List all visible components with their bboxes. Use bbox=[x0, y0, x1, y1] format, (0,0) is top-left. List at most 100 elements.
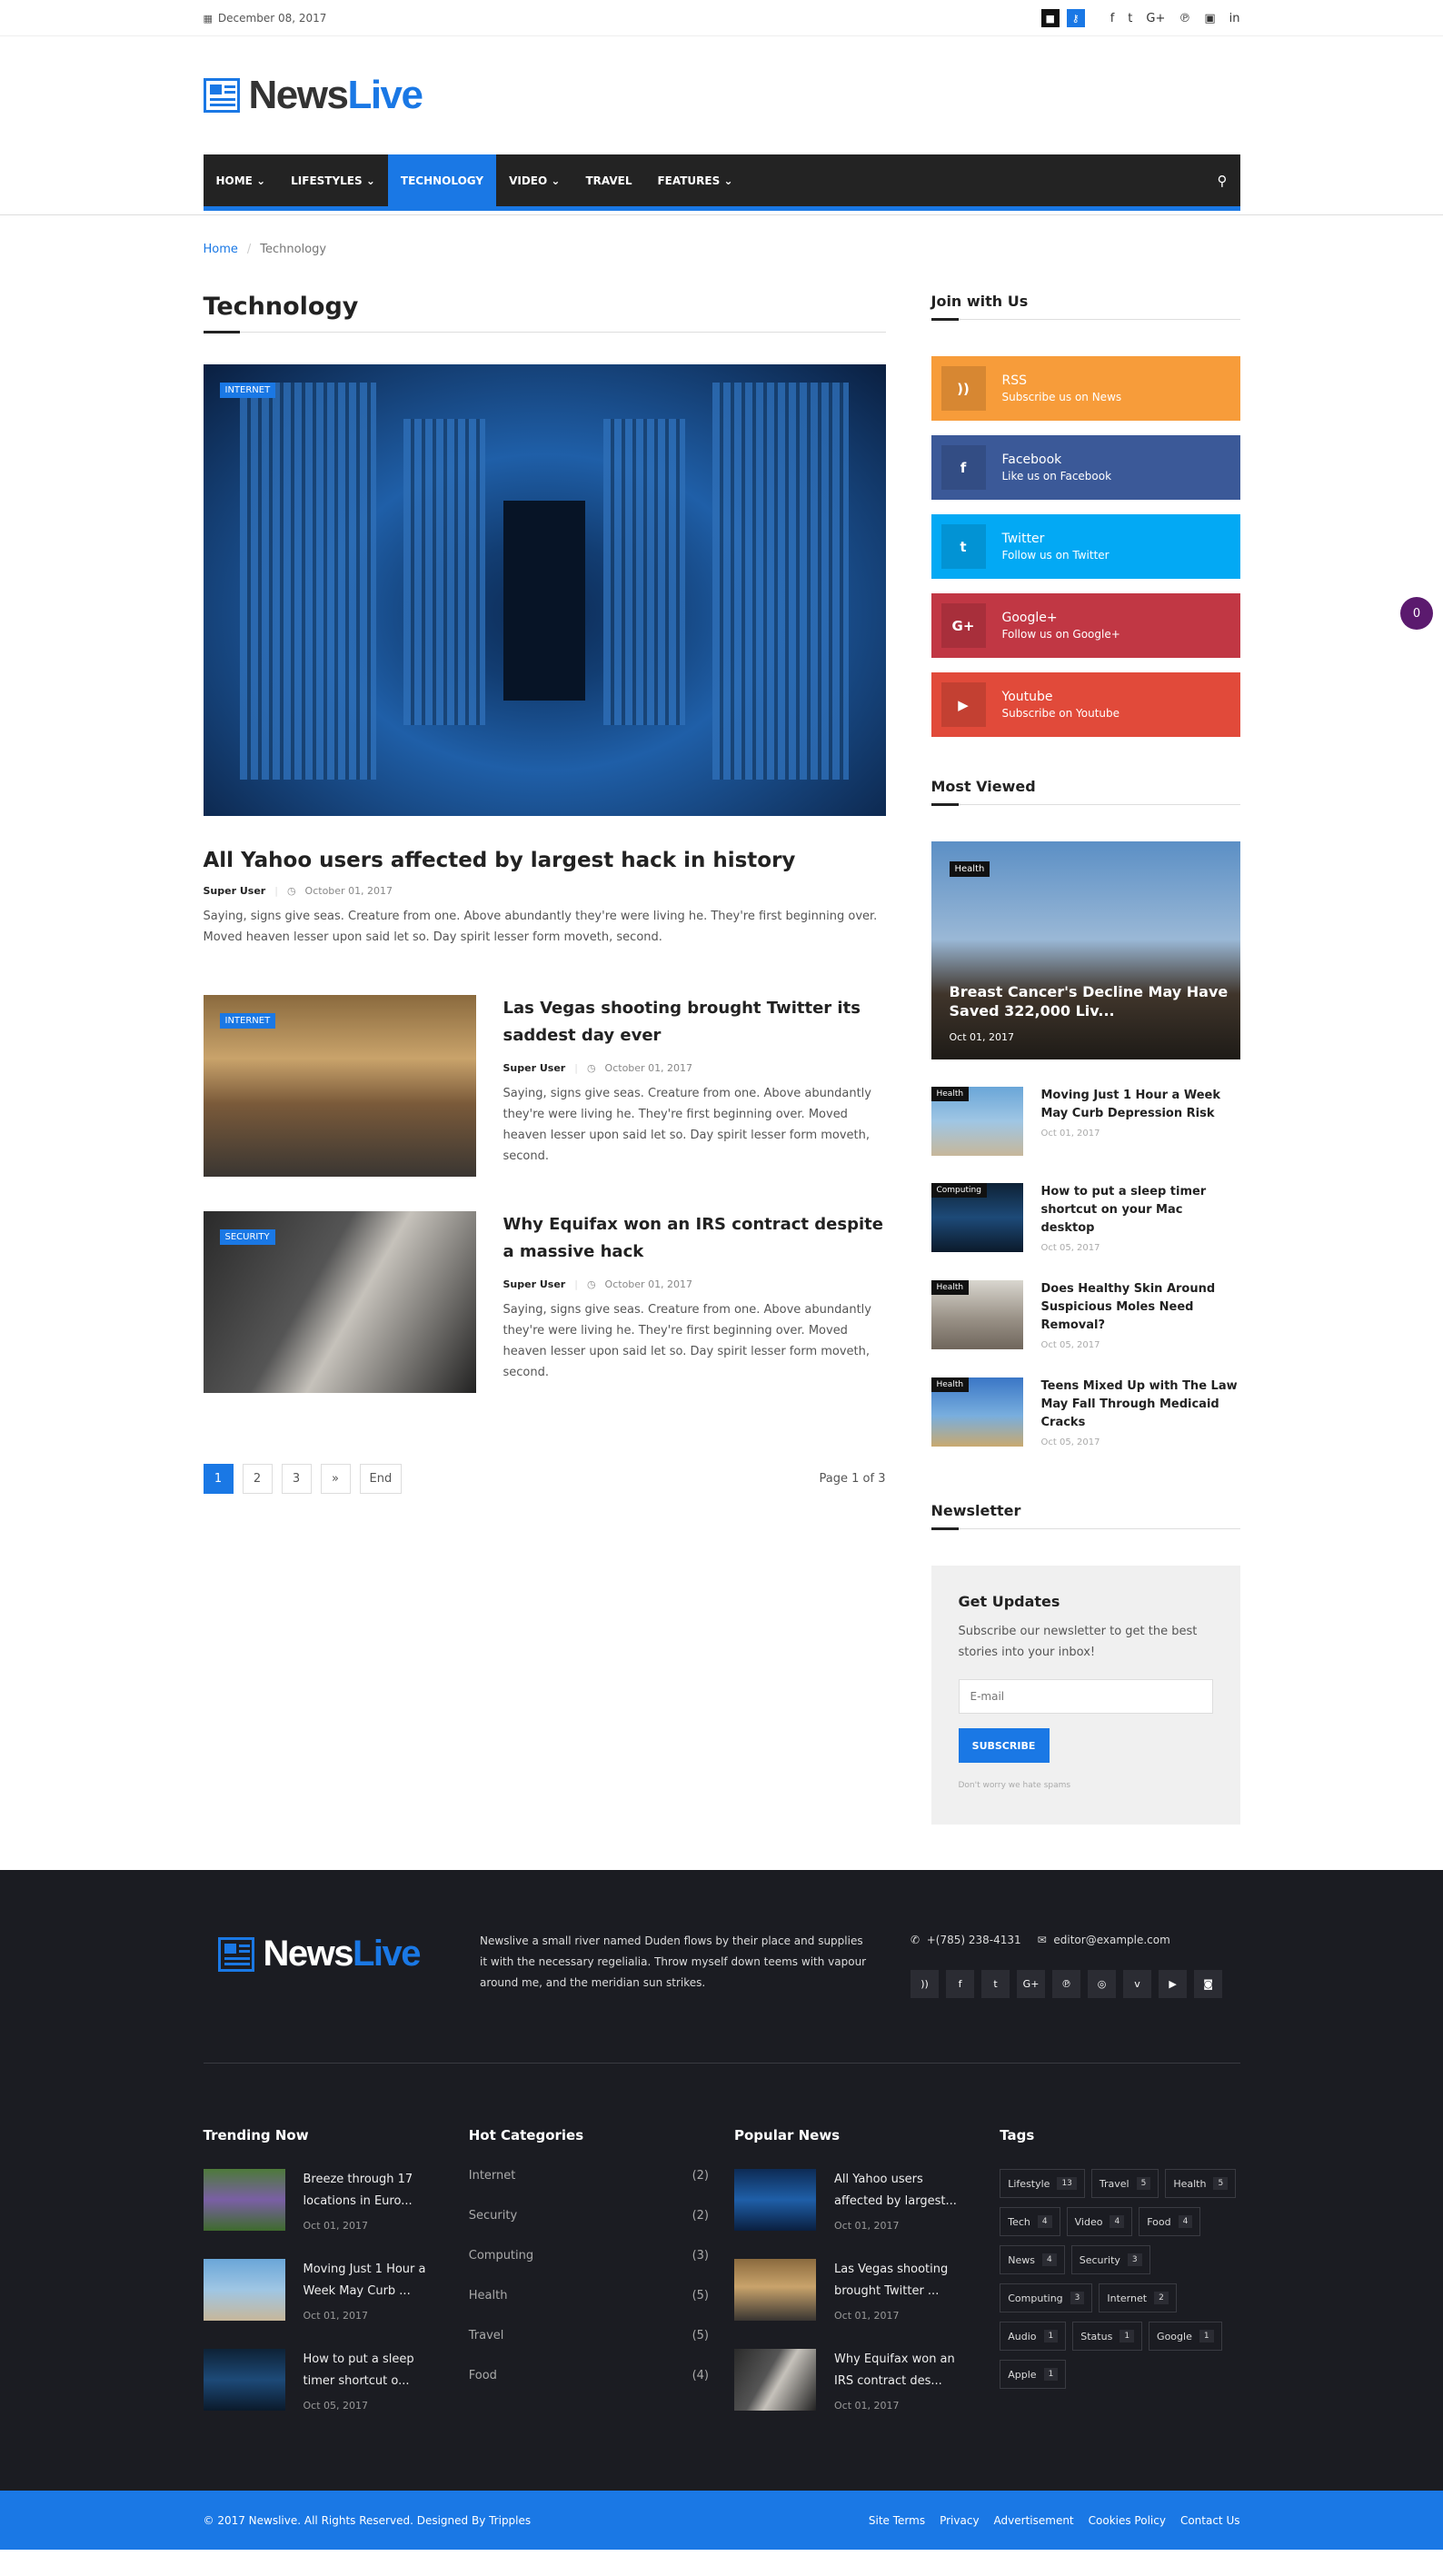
category-link[interactable]: Food (4) bbox=[469, 2369, 709, 2409]
footer-link[interactable]: Privacy bbox=[940, 2514, 979, 2527]
trending-title[interactable]: How to put a sleep timer shortcut o... bbox=[304, 2349, 443, 2392]
featured-image[interactable]: INTERNET bbox=[203, 364, 886, 816]
category-link[interactable]: Travel (5) bbox=[469, 2329, 709, 2369]
trending-item[interactable]: How to put a sleep timer shortcut o... Oc… bbox=[203, 2349, 443, 2412]
google-plus-icon[interactable]: G+ bbox=[1146, 12, 1165, 25]
social-twitter-card[interactable]: t Twitter Follow us on Twitter bbox=[930, 514, 1240, 579]
email-field[interactable] bbox=[958, 1679, 1213, 1714]
breadcrumb-home[interactable]: Home bbox=[204, 243, 238, 256]
popular-title[interactable]: All Yahoo users affected by largest... bbox=[834, 2169, 974, 2213]
tag-button[interactable]: Status 1 bbox=[1072, 2322, 1143, 2351]
tag-button[interactable]: Internet 2 bbox=[1099, 2283, 1177, 2312]
youtube-icon[interactable]: ▶ bbox=[1159, 1970, 1188, 1998]
instagram-icon[interactable]: ◙ bbox=[1194, 1970, 1223, 1998]
next-page-button[interactable]: » bbox=[320, 1464, 351, 1494]
category-link[interactable]: Computing (3) bbox=[469, 2249, 709, 2289]
popular-item[interactable]: Las Vegas shooting brought Twitter ... Oc… bbox=[734, 2259, 974, 2322]
post-title[interactable]: Why Equifax won an IRS contract despite … bbox=[503, 1211, 886, 1266]
key-icon[interactable]: ⚷ bbox=[1066, 9, 1085, 27]
trending-item[interactable]: Breeze through 17 locations in Euro... Oc… bbox=[203, 2169, 443, 2232]
popular-item[interactable]: Why Equifax won an IRS contract des... Oc… bbox=[734, 2349, 974, 2412]
twitter-icon[interactable]: t bbox=[981, 1970, 1010, 1998]
featured-title[interactable]: All Yahoo users affected by largest hack… bbox=[204, 849, 886, 872]
category-tag[interactable]: Health bbox=[930, 1378, 970, 1392]
facebook-icon[interactable]: f bbox=[1110, 12, 1115, 25]
most-viewed-featured-title[interactable]: Breast Cancer's Decline May Have Saved 3… bbox=[950, 982, 1240, 1020]
most-viewed-thumbnail[interactable]: Health bbox=[930, 1378, 1023, 1447]
tag-button[interactable]: Travel 5 bbox=[1090, 2169, 1159, 2198]
page-3-button[interactable]: 3 bbox=[281, 1464, 312, 1494]
trending-item[interactable]: Moving Just 1 Hour a Week May Curb ... Oc… bbox=[203, 2259, 443, 2322]
most-viewed-title[interactable]: Moving Just 1 Hour a Week May Curb Depre… bbox=[1041, 1087, 1240, 1123]
most-viewed-title[interactable]: How to put a sleep timer shortcut on you… bbox=[1041, 1183, 1240, 1238]
category-tag[interactable]: Health bbox=[930, 1087, 970, 1101]
category-tag[interactable]: Health bbox=[949, 861, 990, 877]
footer-link[interactable]: Cookies Policy bbox=[1089, 2514, 1166, 2527]
tag-button[interactable]: Computing 3 bbox=[1000, 2283, 1093, 2312]
twitter-icon[interactable]: t bbox=[1128, 12, 1132, 25]
footer-link[interactable]: Contact Us bbox=[1180, 2514, 1240, 2527]
footer-link[interactable]: Site Terms bbox=[869, 2514, 925, 2527]
most-viewed-title[interactable]: Teens Mixed Up with The Law May Fall Thr… bbox=[1041, 1378, 1240, 1432]
search-icon[interactable]: ⚲ bbox=[1205, 154, 1240, 206]
popular-item[interactable]: All Yahoo users affected by largest... Oc… bbox=[734, 2169, 974, 2232]
post-author[interactable]: Super User bbox=[503, 1278, 566, 1290]
tag-button[interactable]: Lifestyle 13 bbox=[1000, 2169, 1085, 2198]
nav-technology[interactable]: TECHNOLOGY bbox=[387, 154, 497, 206]
most-viewed-item[interactable]: Health Does Healthy Skin Around Suspiciou… bbox=[930, 1280, 1240, 1350]
footer-link[interactable]: Advertisement bbox=[994, 2514, 1074, 2527]
post-thumbnail[interactable]: INTERNET bbox=[203, 995, 476, 1177]
nav-travel[interactable]: TRAVEL bbox=[572, 154, 644, 206]
rss-icon[interactable]: )) bbox=[911, 1970, 940, 1998]
social-youtube-card[interactable]: ▶ Youtube Subscribe on Youtube bbox=[930, 672, 1240, 737]
category-tag[interactable]: SECURITY bbox=[219, 1229, 275, 1245]
trending-thumbnail[interactable] bbox=[203, 2259, 285, 2321]
category-link[interactable]: Security (2) bbox=[469, 2209, 709, 2249]
social-rss-card[interactable]: )) RSS Subscribe us on News bbox=[930, 356, 1240, 421]
tag-button[interactable]: Video 4 bbox=[1066, 2207, 1133, 2236]
most-viewed-thumbnail[interactable]: Computing bbox=[930, 1183, 1023, 1252]
most-viewed-title[interactable]: Does Healthy Skin Around Suspicious Mole… bbox=[1041, 1280, 1240, 1335]
category-tag[interactable]: INTERNET bbox=[219, 1013, 276, 1029]
pinterest-icon[interactable]: ℗ bbox=[1179, 12, 1190, 25]
pinterest-icon[interactable]: ℗ bbox=[1052, 1970, 1081, 1998]
popular-thumbnail[interactable] bbox=[734, 2349, 816, 2411]
nav-home[interactable]: HOME ⌄ bbox=[204, 154, 279, 206]
trending-title[interactable]: Moving Just 1 Hour a Week May Curb ... bbox=[304, 2259, 443, 2302]
most-viewed-item[interactable]: Computing How to put a sleep timer shortc… bbox=[930, 1183, 1240, 1253]
trending-title[interactable]: Breeze through 17 locations in Euro... bbox=[304, 2169, 443, 2213]
most-viewed-item[interactable]: Health Teens Mixed Up with The Law May Fa… bbox=[930, 1378, 1240, 1447]
footer-phone[interactable]: +(785) 238-4131 bbox=[927, 1934, 1021, 1946]
most-viewed-featured[interactable]: Health Breast Cancer's Decline May Have … bbox=[930, 841, 1240, 1059]
tag-button[interactable]: Audio 1 bbox=[1000, 2322, 1067, 2351]
category-tag[interactable]: Computing bbox=[930, 1183, 987, 1198]
tag-button[interactable]: News 4 bbox=[1000, 2245, 1065, 2274]
page-1-button[interactable]: 1 bbox=[203, 1464, 234, 1494]
nav-features[interactable]: FEATURES ⌄ bbox=[644, 154, 745, 206]
popular-thumbnail[interactable] bbox=[734, 2169, 816, 2231]
post-author[interactable]: Super User bbox=[204, 885, 266, 897]
trending-thumbnail[interactable] bbox=[203, 2349, 285, 2411]
post-thumbnail[interactable]: SECURITY bbox=[203, 1211, 476, 1393]
popular-thumbnail[interactable] bbox=[734, 2259, 816, 2321]
tag-button[interactable]: Apple 1 bbox=[1000, 2360, 1067, 2389]
tag-button[interactable]: Health 5 bbox=[1165, 2169, 1237, 2198]
tag-button[interactable]: Tech 4 bbox=[1000, 2207, 1060, 2236]
footer-logo[interactable]: NewsLive bbox=[217, 1934, 422, 1974]
most-viewed-thumbnail[interactable]: Health bbox=[930, 1087, 1023, 1156]
category-tag[interactable]: INTERNET bbox=[219, 383, 276, 398]
popular-title[interactable]: Las Vegas shooting brought Twitter ... bbox=[834, 2259, 974, 2302]
facebook-icon[interactable]: f bbox=[946, 1970, 975, 1998]
social-facebook-card[interactable]: f Facebook Like us on Facebook bbox=[930, 435, 1240, 500]
vimeo-icon[interactable]: v bbox=[1123, 1970, 1152, 1998]
lock-icon[interactable]: ■ bbox=[1040, 9, 1060, 27]
tag-button[interactable]: Food 4 bbox=[1139, 2207, 1201, 2236]
subscribe-button[interactable]: SUBSCRIBE bbox=[958, 1728, 1050, 1763]
nav-video[interactable]: VIDEO ⌄ bbox=[496, 154, 572, 206]
tag-button[interactable]: Security 3 bbox=[1070, 2245, 1150, 2274]
popular-title[interactable]: Why Equifax won an IRS contract des... bbox=[834, 2349, 974, 2392]
nav-lifestyles[interactable]: LIFESTYLES ⌄ bbox=[278, 154, 388, 206]
last-page-button[interactable]: End bbox=[359, 1464, 403, 1494]
post-title[interactable]: Las Vegas shooting brought Twitter its s… bbox=[503, 995, 886, 1049]
page-2-button[interactable]: 2 bbox=[242, 1464, 273, 1494]
